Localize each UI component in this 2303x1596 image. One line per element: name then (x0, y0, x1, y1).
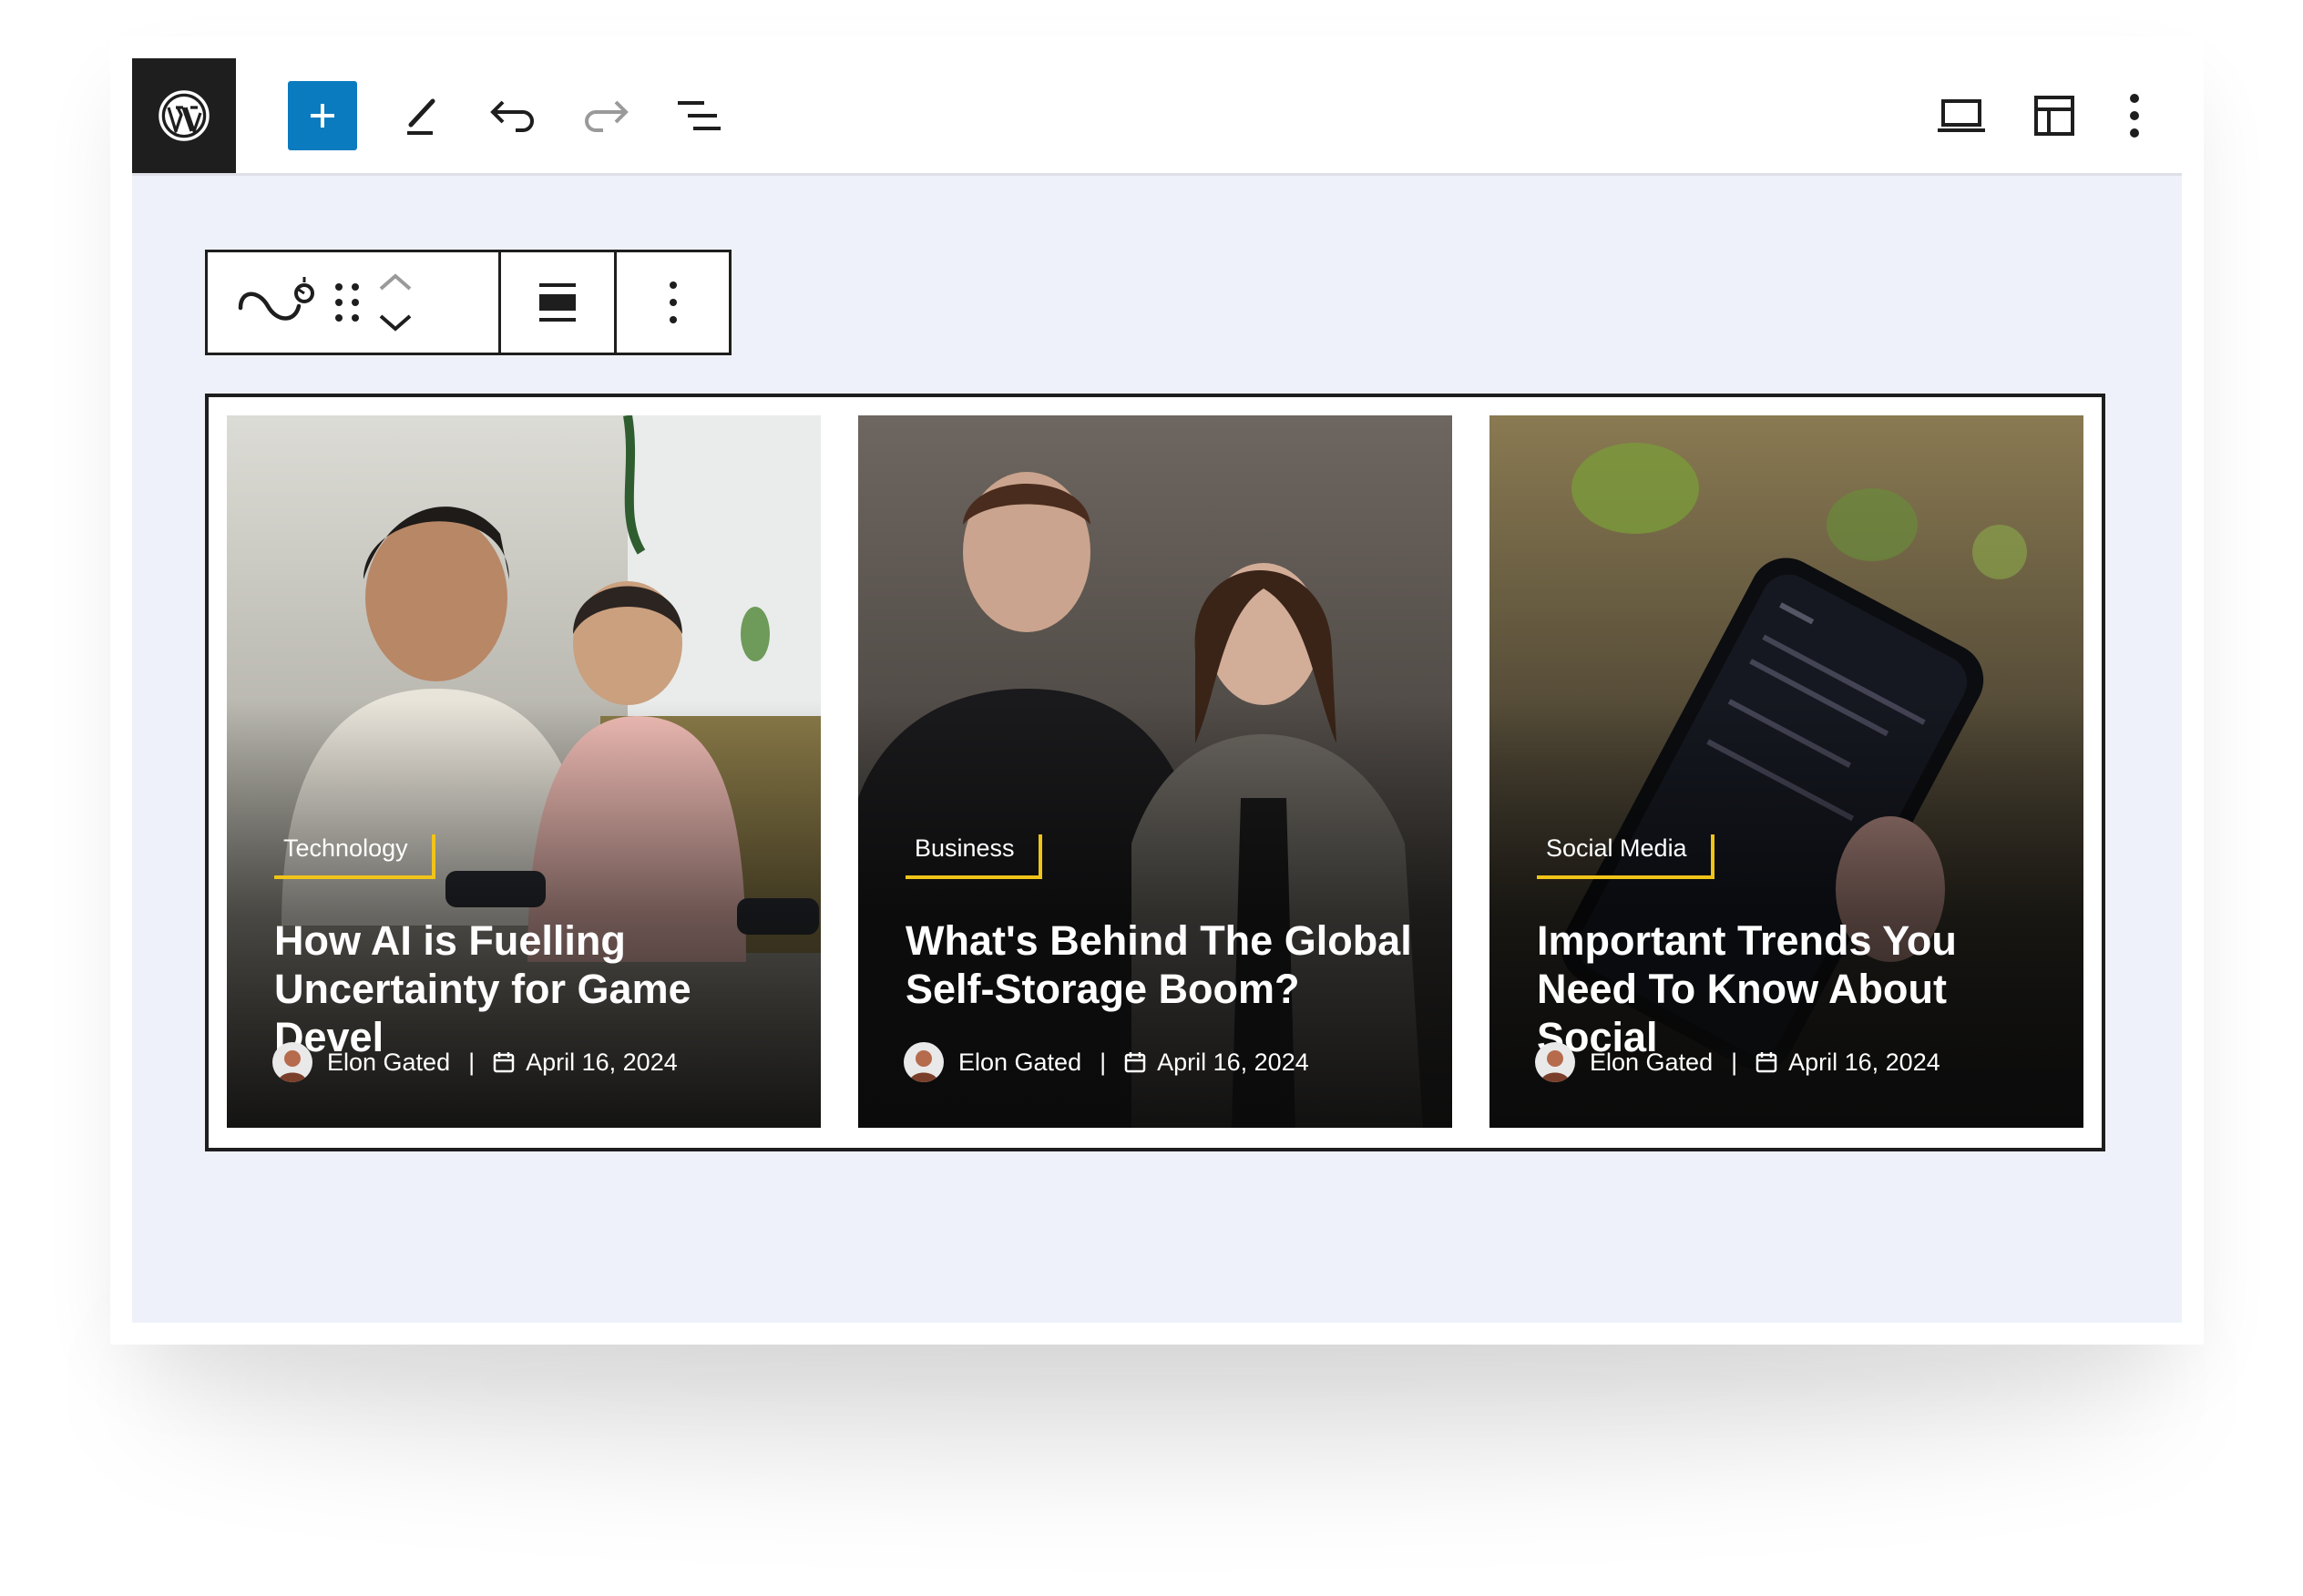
post-meta: Elon Gated | April 16, 2024 (272, 1042, 678, 1082)
block-toolbar (205, 250, 732, 355)
more-vertical-icon (2130, 94, 2139, 138)
avatar (904, 1042, 944, 1082)
category-tag[interactable]: Social Media (1537, 834, 1714, 879)
block-options-icon[interactable] (668, 280, 679, 325)
post-author[interactable]: Elon Gated (1590, 1049, 1713, 1077)
post-title[interactable]: What's Behind The Global Self-Storage Bo… (906, 916, 1425, 1013)
post-title[interactable]: How AI is Fuelling Uncertainty for Game … (274, 916, 793, 1061)
post-title[interactable]: Important Trends You Need To Know About … (1537, 916, 2056, 1061)
avatar (1535, 1042, 1575, 1082)
window-shadow (137, 1303, 2168, 1467)
redo-icon (585, 100, 629, 132)
calendar-icon (493, 1050, 515, 1074)
add-block-button[interactable] (288, 81, 357, 150)
category-tag[interactable]: Technology (274, 834, 435, 879)
align-icon[interactable] (537, 281, 578, 323)
avatar (272, 1042, 312, 1082)
block-type-icon[interactable] (235, 275, 319, 330)
meta-separator: | (468, 1048, 476, 1076)
preview-button[interactable] (1927, 81, 1996, 150)
editor-options-button[interactable] (2100, 81, 2169, 150)
meta-separator: | (1731, 1048, 1738, 1076)
wordpress-logo-icon[interactable] (132, 58, 236, 173)
post-date: April 16, 2024 (526, 1048, 678, 1076)
drag-handle-icon[interactable] (332, 280, 363, 325)
category-tag[interactable]: Business (906, 834, 1042, 879)
tools-button[interactable] (387, 81, 456, 150)
layout-icon (2034, 96, 2074, 136)
image-overlay (858, 415, 1452, 1128)
calendar-icon (1124, 1050, 1146, 1074)
editor-top-toolbar (132, 58, 2182, 176)
post-card[interactable]: Business What's Behind The Global Self-S… (858, 415, 1452, 1128)
move-up-down-icon[interactable] (375, 271, 415, 334)
settings-panel-button[interactable] (2020, 81, 2089, 150)
list-view-icon (678, 101, 721, 130)
plus-icon (311, 104, 334, 128)
posts-grid-block[interactable]: Technology How AI is Fuelling Uncertaint… (205, 394, 2105, 1151)
meta-separator: | (1100, 1048, 1107, 1076)
pen-icon (407, 98, 435, 135)
post-card[interactable]: Social Media Important Trends You Need T… (1489, 415, 2083, 1128)
post-author[interactable]: Elon Gated (958, 1049, 1081, 1077)
laptop-icon (1938, 99, 1985, 132)
post-date: April 16, 2024 (1157, 1048, 1309, 1076)
post-date: April 16, 2024 (1788, 1048, 1940, 1076)
post-card[interactable]: Technology How AI is Fuelling Uncertaint… (227, 415, 821, 1128)
undo-icon (490, 100, 534, 132)
post-meta: Elon Gated | April 16, 2024 (1535, 1042, 1940, 1082)
redo-button[interactable] (571, 81, 640, 150)
list-view-button[interactable] (664, 81, 733, 150)
post-meta: Elon Gated | April 16, 2024 (904, 1042, 1309, 1082)
calendar-icon (1755, 1050, 1777, 1074)
undo-button[interactable] (478, 81, 548, 150)
post-author[interactable]: Elon Gated (327, 1049, 450, 1077)
editor-window: Technology How AI is Fuelling Uncertaint… (132, 58, 2182, 1323)
